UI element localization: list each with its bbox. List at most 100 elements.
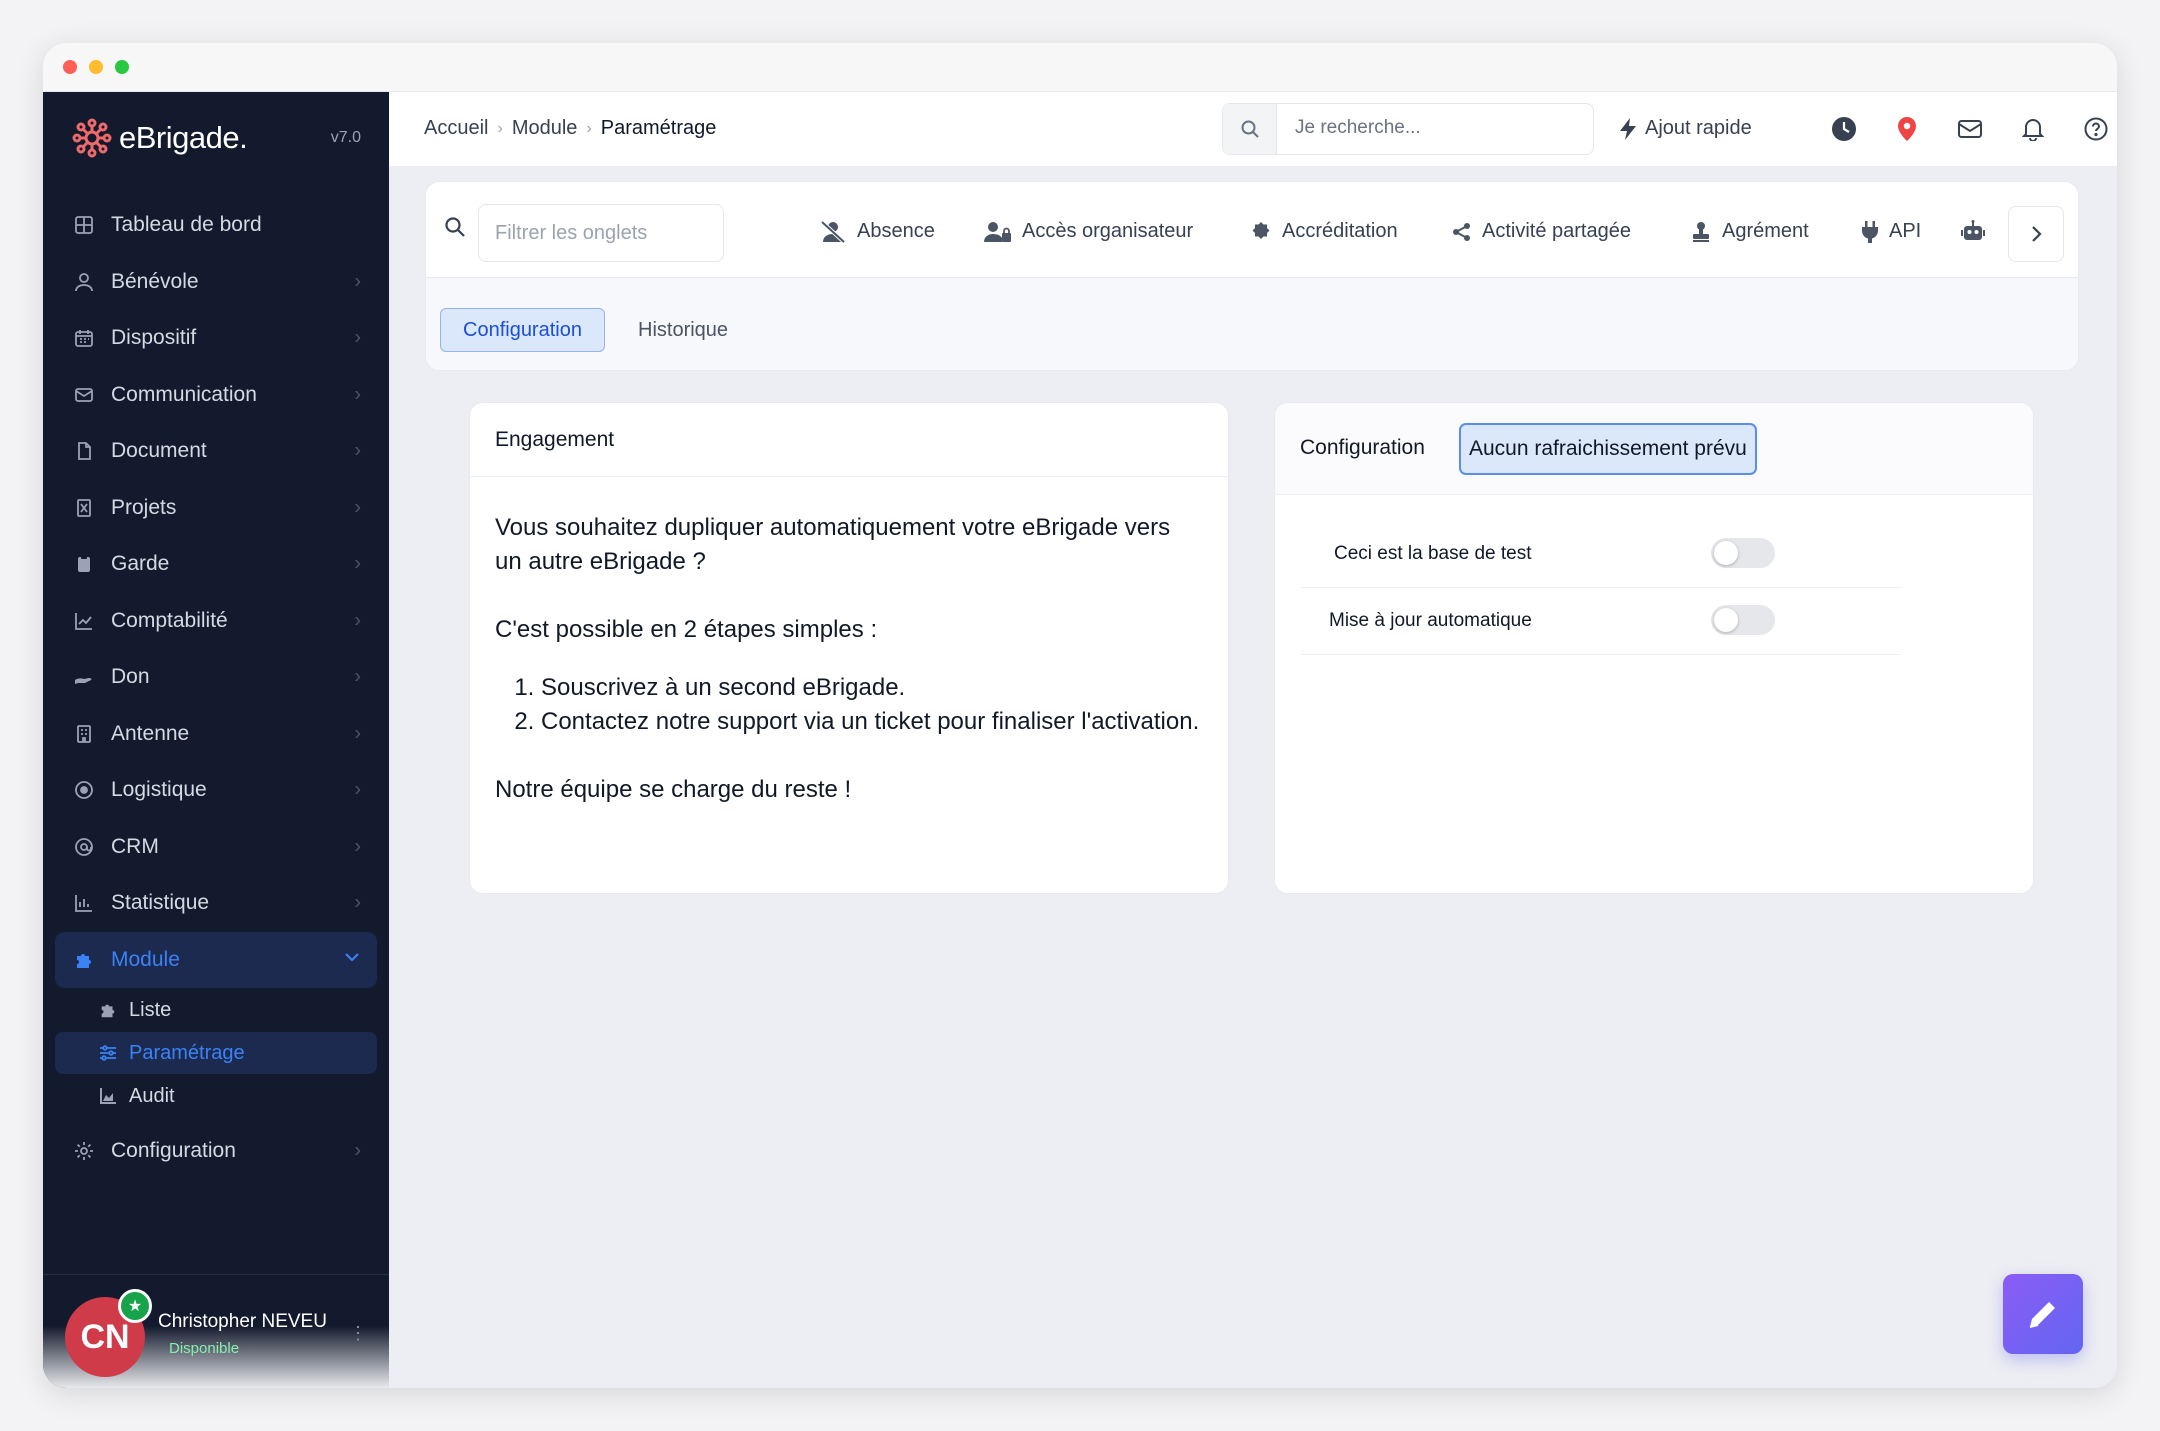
sidebar-item-crm[interactable]: CRM › — [55, 819, 377, 876]
tab-absence[interactable]: Absence — [821, 220, 935, 243]
location-pin-icon[interactable] — [1893, 115, 1921, 143]
search-icon — [444, 216, 466, 243]
option-row-auto-update: Mise à jour automatique — [1301, 588, 1901, 655]
breadcrumb-module[interactable]: Module — [512, 117, 578, 140]
sidebar-item-communication[interactable]: Communication › — [55, 367, 377, 424]
topbar: Accueil › Module › Paramétrage Ajout rap… — [389, 92, 2117, 167]
configuration-header: Configuration Aucun rafraichissement pré… — [1275, 403, 2033, 495]
tab-label: API — [1889, 220, 1922, 242]
stamp-icon — [1690, 221, 1712, 243]
chevron-right-icon: › — [354, 609, 361, 632]
tab-strip: Absence Accès organisateur Accréditation… — [426, 182, 2078, 278]
chevron-right-icon: › — [354, 552, 361, 575]
help-icon[interactable] — [2082, 115, 2110, 143]
engagement-body: Vous souhaitez dupliquer automatiquement… — [470, 477, 1228, 875]
share-icon — [1452, 222, 1472, 242]
sidebar-item-benevole[interactable]: Bénévole › — [55, 254, 377, 311]
sidebar-item-module[interactable]: Module — [55, 931, 377, 988]
bell-icon[interactable] — [2019, 115, 2047, 143]
tab-api[interactable]: API — [1861, 220, 1921, 243]
tab-robot[interactable] — [1961, 220, 1995, 242]
maximize-window-button[interactable] — [115, 60, 129, 74]
sidebar-item-antenne[interactable]: Antenne › — [55, 706, 377, 763]
chevron-right-icon: › — [354, 383, 361, 406]
chevron-right-icon: › — [354, 665, 361, 688]
sidebar-item-label: Dispositif — [111, 326, 197, 350]
user-status: Disponible — [169, 1340, 240, 1357]
global-search[interactable] — [1222, 103, 1594, 155]
minimize-window-button[interactable] — [89, 60, 103, 74]
close-window-button[interactable] — [63, 60, 77, 74]
auto-update-toggle[interactable] — [1711, 605, 1775, 635]
clock-icon[interactable] — [1830, 115, 1858, 143]
sidebar-subitem-parametrage[interactable]: Paramétrage — [55, 1032, 377, 1074]
tab-label: Accréditation — [1282, 220, 1398, 242]
engagement-step: Contactez notre support via un ticket po… — [541, 705, 1203, 739]
chevron-right-icon: › — [354, 835, 361, 858]
puzzle-icon — [73, 949, 95, 971]
quick-add-button[interactable]: Ajout rapide — [1619, 117, 1752, 140]
puzzle-icon — [99, 1001, 117, 1019]
tab-label: Absence — [857, 220, 935, 242]
window-titlebar — [43, 43, 2117, 92]
sidebar-item-dispositif[interactable]: Dispositif › — [55, 310, 377, 367]
dashboard-icon — [73, 214, 95, 236]
engagement-title: Engagement — [470, 403, 1228, 477]
mail-icon[interactable] — [1956, 115, 1984, 143]
user-slash-icon — [821, 220, 847, 243]
breadcrumb-accueil[interactable]: Accueil — [424, 117, 488, 140]
chevron-down-icon — [343, 948, 361, 972]
sidebar-subitem-label: Paramétrage — [129, 1041, 245, 1064]
breadcrumb: Accueil › Module › Paramétrage — [424, 117, 716, 140]
user-profile[interactable]: CN ★ Christopher NEVEU Disponible ⋮ — [43, 1274, 389, 1388]
badge-icon — [1250, 221, 1272, 243]
tab-accreditation[interactable]: Accréditation — [1250, 220, 1398, 243]
sidebar-subitem-liste[interactable]: Liste — [55, 989, 377, 1031]
sidebar-item-tableau-de-bord[interactable]: Tableau de bord — [55, 197, 377, 254]
engagement-card: Engagement Vous souhaitez dupliquer auto… — [469, 402, 1229, 894]
bar-chart-icon — [73, 892, 95, 914]
mail-icon — [73, 384, 95, 406]
sliders-icon — [99, 1044, 117, 1062]
engagement-intro: Vous souhaitez dupliquer automatiquement… — [495, 514, 1171, 575]
sidebar-item-garde[interactable]: Garde › — [55, 536, 377, 593]
quick-add-label: Ajout rapide — [1645, 117, 1752, 139]
edit-fab-button[interactable] — [2003, 1274, 2083, 1354]
subtab-historique[interactable]: Historique — [616, 308, 750, 352]
hand-icon — [73, 666, 95, 688]
sidebar-item-comptabilite[interactable]: Comptabilité › — [55, 593, 377, 650]
sidebar-item-configuration[interactable]: Configuration › — [55, 1123, 377, 1180]
sidebar-item-document[interactable]: Document › — [55, 423, 377, 480]
sidebar-item-label: Projets — [111, 495, 177, 519]
tabs-scroll-next-button[interactable] — [2008, 206, 2064, 262]
sidebar-item-projets[interactable]: Projets › — [55, 480, 377, 537]
sidebar-item-label: Module — [111, 947, 180, 971]
module-tabs: Absence Accès organisateur Accréditation… — [425, 181, 2079, 371]
chevron-right-icon: › — [354, 891, 361, 914]
sidebar-subitem-audit[interactable]: Audit — [55, 1075, 377, 1117]
tab-acces-organisateur[interactable]: Accès organisateur — [984, 220, 1193, 243]
sidebar-item-statistique[interactable]: Statistique › — [55, 875, 377, 932]
sidebar-item-label: Document — [111, 439, 207, 463]
tab-activite-partagee[interactable]: Activité partagée — [1452, 220, 1631, 243]
main-content: Absence Accès organisateur Accréditation… — [389, 167, 2117, 1388]
browser-window: eBrigade. v7.0 Tableau de bord Bénévole … — [43, 43, 2117, 1388]
more-vertical-icon[interactable]: ⋮ — [349, 1323, 367, 1344]
chevron-right-icon: › — [354, 722, 361, 745]
chevron-right-icon: › — [354, 1139, 361, 1162]
sidebar-nav: Tableau de bord Bénévole › Dispositif › … — [55, 197, 377, 1180]
area-chart-icon — [99, 1087, 117, 1105]
refresh-status-badge: Aucun rafraichissement prévu — [1459, 423, 1757, 475]
sidebar-item-don[interactable]: Don › — [55, 649, 377, 706]
project-icon — [73, 497, 95, 519]
sidebar-item-label: Configuration — [111, 1139, 236, 1163]
app-logo[interactable]: eBrigade. — [71, 116, 248, 160]
tab-filter-input[interactable] — [478, 204, 724, 262]
tab-agrement[interactable]: Agrément — [1690, 220, 1809, 243]
search-input[interactable] — [1295, 117, 1575, 139]
engagement-steps-intro: C'est possible en 2 étapes simples : — [495, 616, 878, 643]
document-icon — [73, 440, 95, 462]
test-base-toggle[interactable] — [1711, 538, 1775, 568]
subtab-configuration[interactable]: Configuration — [440, 308, 605, 352]
sidebar-item-logistique[interactable]: Logistique › — [55, 762, 377, 819]
